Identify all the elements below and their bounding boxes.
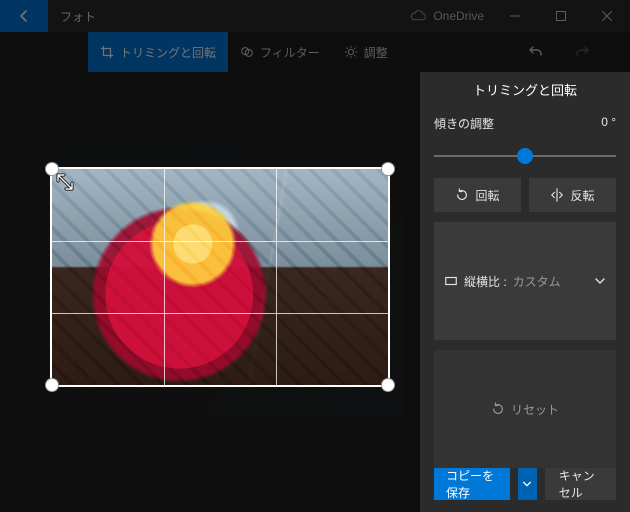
straighten-label: 傾きの調整 — [434, 115, 494, 132]
aspect-value: カスタム — [513, 273, 561, 290]
titlebar: フォト OneDrive — [0, 0, 630, 32]
rotate-icon — [455, 188, 469, 202]
save-copy-split[interactable] — [518, 468, 537, 500]
arrow-left-icon — [16, 8, 32, 24]
filters-icon — [240, 45, 254, 59]
reset-icon — [491, 402, 505, 416]
onedrive-badge: OneDrive — [409, 9, 484, 23]
onedrive-label: OneDrive — [433, 9, 484, 23]
aspect-ratio-dropdown[interactable]: 縦横比 : カスタム — [434, 222, 616, 340]
flip-label: 反転 — [570, 187, 594, 204]
undo-icon — [528, 44, 544, 60]
minimize-button[interactable] — [492, 0, 538, 32]
tab-label: フィルター — [260, 44, 320, 61]
canvas-area — [0, 72, 420, 512]
flip-icon — [550, 188, 564, 202]
side-panel: トリミングと回転 傾きの調整 0 ° 回転 反転 縦横比 : カスタム — [420, 72, 630, 512]
tab-label: トリミングと回転 — [120, 44, 216, 61]
cloud-icon — [409, 10, 427, 22]
app-title: フォト — [60, 8, 96, 25]
minimize-icon — [510, 11, 520, 21]
aspect-label: 縦横比 : — [464, 273, 507, 290]
cancel-label: キャンセル — [559, 467, 602, 501]
crop-icon — [100, 45, 114, 59]
save-copy-button[interactable]: コピーを保存 — [434, 468, 510, 500]
straighten-slider[interactable] — [434, 142, 616, 170]
grid-line — [276, 169, 277, 385]
crop-handle-bottom-left[interactable] — [45, 378, 59, 392]
tab-crop-rotate[interactable]: トリミングと回転 — [88, 32, 228, 72]
adjust-icon — [344, 45, 358, 59]
reset-label: リセット — [511, 401, 559, 418]
undo-button[interactable] — [528, 44, 544, 60]
maximize-icon — [556, 11, 566, 21]
crop-handle-top-right[interactable] — [381, 162, 395, 176]
straighten-row: 傾きの調整 0 ° — [434, 115, 616, 132]
chevron-down-icon — [594, 275, 606, 287]
tab-adjust[interactable]: 調整 — [332, 32, 400, 72]
maximize-button[interactable] — [538, 0, 584, 32]
rotate-button[interactable]: 回転 — [434, 178, 521, 212]
close-button[interactable] — [584, 0, 630, 32]
aspect-icon — [444, 274, 458, 288]
crop-grid[interactable] — [50, 167, 390, 387]
resize-cursor-icon — [56, 173, 74, 191]
save-copy-label: コピーを保存 — [446, 467, 498, 501]
rotate-label: 回転 — [475, 187, 499, 204]
image-frame[interactable] — [50, 167, 390, 387]
back-button[interactable] — [0, 0, 48, 32]
crop-handle-bottom-right[interactable] — [381, 378, 395, 392]
chevron-down-icon — [522, 479, 532, 489]
grid-line — [164, 169, 165, 385]
grid-line — [52, 241, 388, 242]
editor-tabs: トリミングと回転 フィルター 調整 — [0, 32, 630, 72]
close-icon — [602, 11, 612, 21]
slider-thumb[interactable] — [517, 148, 533, 164]
panel-title: トリミングと回転 — [434, 80, 616, 99]
redo-button[interactable] — [574, 44, 590, 60]
flip-button[interactable]: 反転 — [529, 178, 616, 212]
reset-button[interactable]: リセット — [434, 350, 616, 468]
grid-line — [52, 313, 388, 314]
tab-filters[interactable]: フィルター — [228, 32, 332, 72]
straighten-value: 0 ° — [601, 115, 616, 132]
tab-label: 調整 — [364, 44, 388, 61]
redo-icon — [574, 44, 590, 60]
cancel-button[interactable]: キャンセル — [545, 468, 616, 500]
